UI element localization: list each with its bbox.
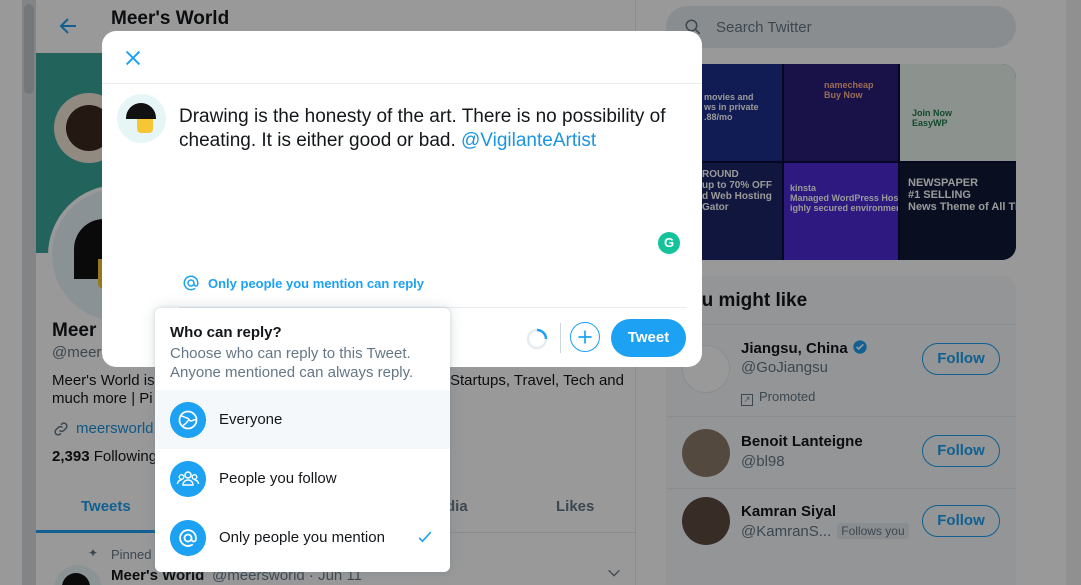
character-count-ring-icon [526,328,548,350]
close-icon[interactable] [122,47,144,69]
people-icon [170,461,206,497]
add-tweet-icon[interactable] [570,322,600,352]
at-icon [170,520,206,556]
who-can-reply-dropdown: Who can reply? Choose who can reply to t… [155,308,450,572]
reply-setting-button[interactable]: Only people you mention can reply [182,272,424,294]
option-label: People you follow [219,470,337,487]
option-label: Everyone [219,411,283,428]
option-everyone[interactable]: Everyone [155,390,450,449]
divider [102,83,702,84]
option-people-you-follow[interactable]: People you follow [155,449,450,508]
tweet-text-input[interactable]: Drawing is the honesty of the art. There… [179,105,679,153]
at-icon [183,275,199,291]
tweet-button[interactable]: Tweet [611,319,686,357]
dropdown-description: Choose who can reply to this Tweet. Anyo… [170,345,414,381]
checkmark-icon [418,531,432,543]
globe-icon [170,402,206,438]
option-only-people-you-mention[interactable]: Only people you mention [155,508,450,567]
mention-link[interactable]: @VigilanteArtist [461,130,596,151]
grammarly-icon[interactable]: G [658,232,680,254]
option-label: Only people you mention [219,529,385,546]
reply-setting-label: Only people you mention can reply [208,275,424,291]
dropdown-title: Who can reply? [170,324,282,341]
divider [560,323,561,353]
avatar[interactable] [117,94,166,143]
